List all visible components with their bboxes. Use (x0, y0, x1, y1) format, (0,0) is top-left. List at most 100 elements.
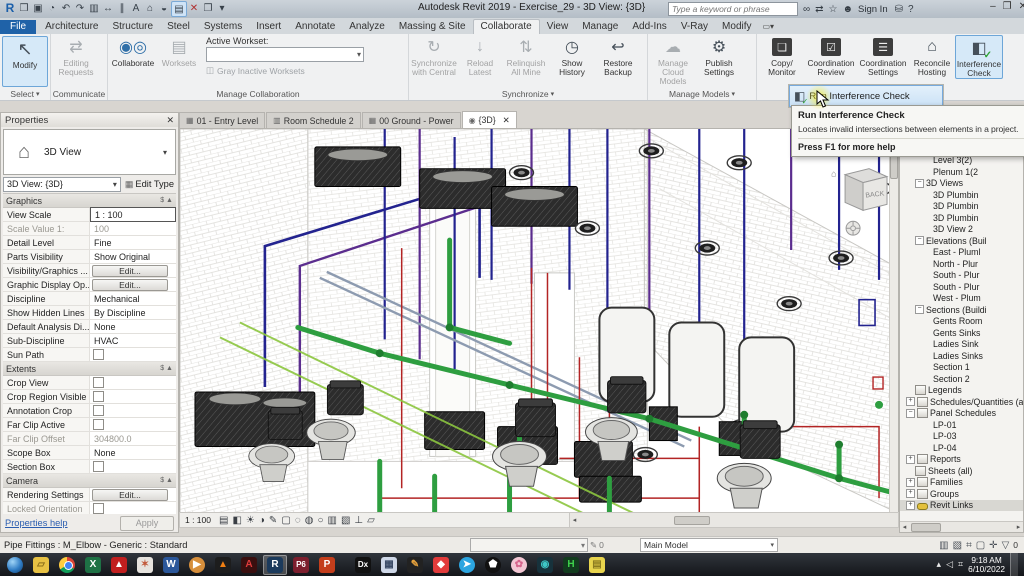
ribbon-tab-insert[interactable]: Insert (249, 20, 288, 34)
show-crop-icon[interactable]: ◌ (295, 515, 301, 526)
type-selector-dropdown-icon[interactable]: ▾ (163, 148, 175, 157)
browser-item-ladies-sinks[interactable]: Ladies Sinks (900, 350, 1023, 362)
browser-item-3d-view-2[interactable]: 3D View 2 (900, 224, 1023, 236)
panel-synchronize[interactable]: Synchronize (409, 88, 647, 100)
collaborate-button[interactable]: ◉◎ Collaborate (110, 35, 156, 68)
ribbon-tab-file[interactable]: File (0, 20, 36, 34)
sketchy-lines-icon[interactable]: ✎ (269, 515, 277, 526)
redo-icon[interactable]: ↷ (73, 1, 87, 15)
exchange-apps-icon[interactable]: ⇄ (815, 4, 823, 15)
browser-item-panel-schedules[interactable]: −Panel Schedules (900, 408, 1023, 420)
scroll-thumb[interactable] (674, 516, 710, 525)
property-value[interactable]: Mechanical (90, 292, 176, 305)
aligned-dimension-icon[interactable]: ∥ (115, 1, 129, 15)
ribbon-tab-collaborate[interactable]: Collaborate (473, 19, 540, 34)
close-button[interactable]: ✕ (1019, 1, 1024, 12)
drag-elements-icon[interactable]: ✛ (989, 540, 997, 551)
browser-item-3d-views[interactable]: −3D Views (900, 178, 1023, 190)
view-tab-01-entry-level[interactable]: ▦01 - Entry Level (179, 112, 265, 128)
browser-item-section-1[interactable]: Section 1 (900, 362, 1023, 374)
worksets-button[interactable]: ▤ Worksets (156, 35, 202, 68)
revit-icon[interactable]: R (263, 555, 287, 575)
start-button[interactable] (3, 555, 27, 575)
view-tab-room-schedule-2[interactable]: ▥Room Schedule 2 (266, 112, 361, 128)
section-icon[interactable]: ◒ (157, 1, 171, 15)
powerpoint-icon[interactable]: P (315, 555, 339, 575)
panel-select[interactable]: Select (0, 88, 50, 100)
edit-button[interactable]: Edit... (92, 265, 168, 277)
coordination-review-button[interactable]: ☑ Coordination Review (805, 35, 857, 77)
explorer-icon[interactable]: ▱ (29, 555, 53, 575)
excel-icon[interactable]: X (81, 555, 105, 575)
sun-path-icon[interactable]: ☀ (246, 515, 255, 526)
browser-item-schedules-quantities-al[interactable]: +Schedules/Quantities (al (900, 396, 1023, 408)
tree-toggle-icon[interactable]: + (906, 397, 915, 406)
scroll-right-icon[interactable]: ▸ (1014, 523, 1023, 531)
property-section-extents[interactable]: Extents$ ▲ (3, 362, 176, 376)
sticky-notes-icon[interactable]: ▤ (585, 555, 609, 575)
property-value[interactable]: None (90, 320, 176, 333)
revit-logo[interactable]: R (3, 1, 17, 15)
scroll-thumb[interactable] (911, 523, 941, 532)
calculator-icon[interactable]: ▦ (377, 555, 401, 575)
browser-item-south-plur[interactable]: South - Plur (900, 281, 1023, 293)
gray-inactive-worksets-button[interactable]: ◫ Gray Inactive Worksets (206, 65, 364, 76)
media-player-icon[interactable]: ▶ (185, 555, 209, 575)
property-value[interactable]: Fine (90, 236, 176, 249)
edit-button[interactable]: Edit... (92, 279, 168, 291)
ribbon-tab-steel[interactable]: Steel (160, 20, 197, 34)
pencil-app-icon[interactable]: ✎ (403, 555, 427, 575)
section-pin-icon[interactable]: $ ▲ (160, 197, 173, 204)
properties-close-icon[interactable]: ✕ (166, 115, 174, 126)
ribbon-tab-massing-site[interactable]: Massing & Site (392, 20, 473, 34)
browser-item-reports[interactable]: +Reports (900, 454, 1023, 466)
measure-icon[interactable]: ↔ (101, 1, 115, 15)
sign-in-link[interactable]: Sign In (858, 4, 888, 15)
browser-horizontal-scrollbar[interactable]: ◂ ▸ (900, 521, 1023, 532)
properties-help-link[interactable]: Properties help (5, 518, 68, 528)
browser-item-gents-sinks[interactable]: Gents Sinks (900, 327, 1023, 339)
browser-item-sections-buildi[interactable]: −Sections (Buildi (900, 304, 1023, 316)
qat-customize-icon[interactable]: ▾ (215, 1, 229, 15)
visual-style-icon[interactable]: ◧ (232, 515, 241, 526)
chrome-icon[interactable] (55, 555, 79, 575)
modify-button[interactable]: ↖ Modify (2, 36, 48, 87)
print-icon[interactable]: ▥ (87, 1, 101, 15)
property-section-camera[interactable]: Camera$ ▲ (3, 474, 176, 488)
app-store-cart-icon[interactable]: ⛁ (895, 4, 903, 15)
interference-check-button[interactable]: ◧✓ Interference Check (955, 35, 1003, 79)
worksharing-display-icon[interactable]: ▥ (328, 515, 337, 526)
reload-latest-button[interactable]: ↓ Reload Latest (457, 35, 503, 77)
shadows-icon[interactable]: ◑ (259, 515, 265, 526)
ribbon-tab-structure[interactable]: Structure (105, 20, 160, 34)
view-tab-close-icon[interactable]: ✕ (503, 115, 510, 126)
publish-settings-button[interactable]: ⚙ Publish Settings (696, 35, 742, 77)
temporary-hide-icon[interactable]: ◍ (305, 515, 314, 526)
ribbon-tab-modify[interactable]: Modify (715, 20, 758, 34)
browser-item-sheets-all[interactable]: Sheets (all) (900, 465, 1023, 477)
view-instance-select[interactable]: 3D View: {3D} ▾ (3, 177, 121, 192)
network-icon[interactable]: ⌗ (958, 559, 963, 570)
panel-manage-models[interactable]: Manage Models (648, 88, 756, 100)
temporary-view-properties-icon[interactable]: ▧ (341, 515, 350, 526)
browser-item-3d-plumbin[interactable]: 3D Plumbin (900, 212, 1023, 224)
primavera-p6-icon[interactable]: P6 (289, 555, 313, 575)
property-section-graphics[interactable]: Graphics$ ▲ (3, 194, 176, 208)
default-3d-view-icon[interactable]: ⌂ (143, 1, 157, 15)
workset-status-select[interactable]: ▾ (470, 538, 588, 552)
property-value[interactable]: Show Original (90, 250, 176, 263)
section-pin-icon[interactable]: $ ▲ (160, 477, 173, 484)
edit-type-button[interactable]: ▦ Edit Type (123, 179, 176, 190)
property-value[interactable]: None (90, 446, 176, 459)
checkbox[interactable] (93, 405, 104, 416)
canvas-horizontal-scrollbar[interactable]: ◂ (569, 512, 899, 528)
ribbon-tab-v-ray[interactable]: V-Ray (674, 20, 715, 34)
edit-button[interactable]: Edit... (92, 489, 168, 501)
coordination-settings-button[interactable]: ☰ Coordination Settings (857, 35, 909, 77)
undo-icon[interactable]: ↶ (59, 1, 73, 15)
browser-item-east-pluml[interactable]: East - Pluml (900, 247, 1023, 259)
browser-item-lp-01[interactable]: LP-01 (900, 419, 1023, 431)
property-value[interactable]: HVAC (90, 334, 176, 347)
worksets-status-icon[interactable]: ▥ (939, 540, 948, 551)
open-icon[interactable]: ❒ (17, 1, 31, 15)
